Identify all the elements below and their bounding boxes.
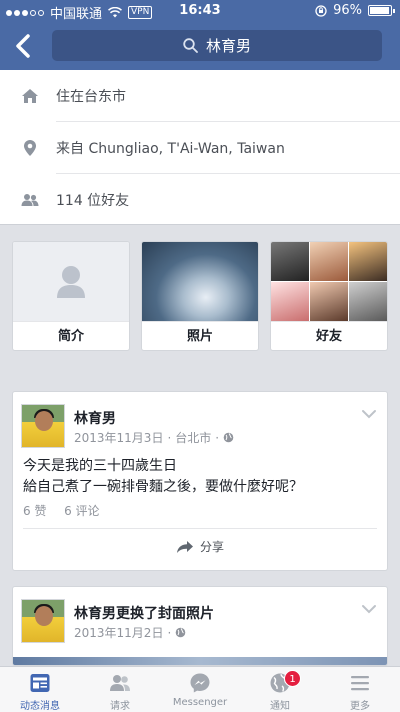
notification-badge: 1: [284, 670, 301, 687]
post-text: 今天是我的三十四歲生日 給自己煮了一碗排骨麵之後，要做什麼好呢？: [23, 456, 379, 498]
post-location[interactable]: 台北市: [175, 429, 211, 446]
tab-label: 通知: [270, 701, 290, 712]
search-icon: [183, 38, 198, 53]
lives-in-text: 住在台东市: [56, 89, 126, 105]
friends-tile[interactable]: 好友: [270, 241, 388, 351]
tab-more[interactable]: 更多: [320, 667, 400, 712]
photos-tile[interactable]: 照片: [141, 241, 259, 351]
friend-photo: [271, 242, 309, 281]
post-author[interactable]: 林育男: [74, 408, 116, 428]
tab-bar: 动态消息 请求 Messenger 1 通知 更多: [0, 666, 400, 712]
meta-separator: ·: [167, 430, 172, 445]
search-field[interactable]: 林育男: [52, 30, 382, 61]
chevron-down-icon[interactable]: [361, 408, 377, 420]
battery-percent: 96%: [333, 3, 362, 18]
location-pin-icon: [24, 140, 36, 156]
friend-photo: [310, 282, 348, 321]
tab-label: Messenger: [172, 697, 228, 708]
tab-label: 动态消息: [20, 701, 60, 712]
battery-icon: [368, 5, 395, 16]
status-bar: 中国联通 VPN 16:43 96%: [0, 0, 400, 22]
post-author: 林育男更换了封面照片: [74, 603, 214, 623]
about-tile-label: 简介: [13, 321, 129, 350]
sky-photo: [142, 242, 258, 321]
friends-icon: [21, 194, 39, 206]
menu-icon: [351, 676, 369, 691]
chevron-left-icon: [16, 34, 30, 58]
top-bar: 中国联通 VPN 16:43 96% 林育男: [0, 0, 400, 70]
home-icon: [22, 89, 38, 103]
friends-count-text: 114 位好友: [56, 193, 130, 209]
meta-separator: ·: [167, 625, 172, 640]
tab-label: 更多: [350, 701, 370, 712]
profile-info: 住在台东市 来自 Chungliao, T'Ai-Wan, Taiwan 114…: [0, 70, 400, 225]
post-text-line: 給自己煮了一碗排骨麵之後，要做什麼好呢？: [23, 479, 303, 495]
friend-photo: [349, 282, 387, 321]
friends-tile-label: 好友: [271, 321, 387, 350]
avatar[interactable]: [21, 599, 65, 643]
chevron-down-icon[interactable]: [361, 603, 377, 615]
avatar[interactable]: [21, 404, 65, 448]
lives-in-row: 住在台东市: [0, 70, 400, 122]
tab-notifications[interactable]: 1 通知: [240, 667, 320, 712]
about-tile[interactable]: 简介: [12, 241, 130, 351]
tab-label: 请求: [110, 701, 130, 712]
friends-count-row[interactable]: 114 位好友: [0, 174, 400, 226]
divider: [23, 528, 377, 529]
news-feed-icon: [30, 674, 50, 692]
comment-count[interactable]: 6 评论: [64, 504, 99, 518]
friend-photo: [271, 282, 309, 321]
about-placeholder: [13, 242, 129, 321]
globe-privacy-icon: [175, 627, 186, 638]
post-meta: 2013年11月3日 · 台北市 ·: [74, 429, 234, 446]
tab-news-feed[interactable]: 动态消息: [0, 667, 80, 712]
post-action-text: 更换了封面照片: [116, 606, 214, 622]
photos-tile-label: 照片: [142, 321, 258, 350]
feed-post: 林育男更换了封面照片 2013年11月2日 ·: [12, 586, 388, 666]
search-query: 林育男: [205, 37, 251, 55]
friend-photo: [310, 242, 348, 281]
person-silhouette-icon: [57, 266, 85, 298]
share-label: 分享: [199, 540, 224, 554]
meta-separator: ·: [215, 430, 220, 445]
messenger-icon: [190, 673, 210, 693]
share-button[interactable]: 分享: [13, 538, 387, 555]
reaction-counts: 6 赞 6 评论: [23, 502, 100, 519]
hometown-text: 来自 Chungliao, T'Ai-Wan, Taiwan: [56, 141, 285, 157]
friends-photo-grid: [271, 242, 387, 321]
share-arrow-icon: [176, 540, 193, 553]
cover-photo[interactable]: [13, 657, 387, 665]
friend-requests-icon: [110, 675, 130, 691]
post-author-name[interactable]: 林育男: [74, 606, 116, 622]
rotation-lock-icon: [315, 4, 327, 17]
back-button[interactable]: [10, 30, 38, 62]
globe-privacy-icon: [223, 432, 234, 443]
feed-post: 林育男 2013年11月3日 · 台北市 · 今天是我的三十四歲生日 給自己煮了…: [12, 391, 388, 571]
post-date[interactable]: 2013年11月3日: [74, 429, 163, 446]
hometown-row: 来自 Chungliao, T'Ai-Wan, Taiwan: [0, 122, 400, 174]
tab-requests[interactable]: 请求: [80, 667, 160, 712]
post-meta: 2013年11月2日 ·: [74, 624, 186, 641]
post-date[interactable]: 2013年11月2日: [74, 624, 163, 641]
friend-photo: [349, 242, 387, 281]
post-text-line: 今天是我的三十四歲生日: [23, 458, 177, 474]
tab-messenger[interactable]: Messenger: [160, 667, 240, 712]
like-count[interactable]: 6 赞: [23, 504, 46, 518]
